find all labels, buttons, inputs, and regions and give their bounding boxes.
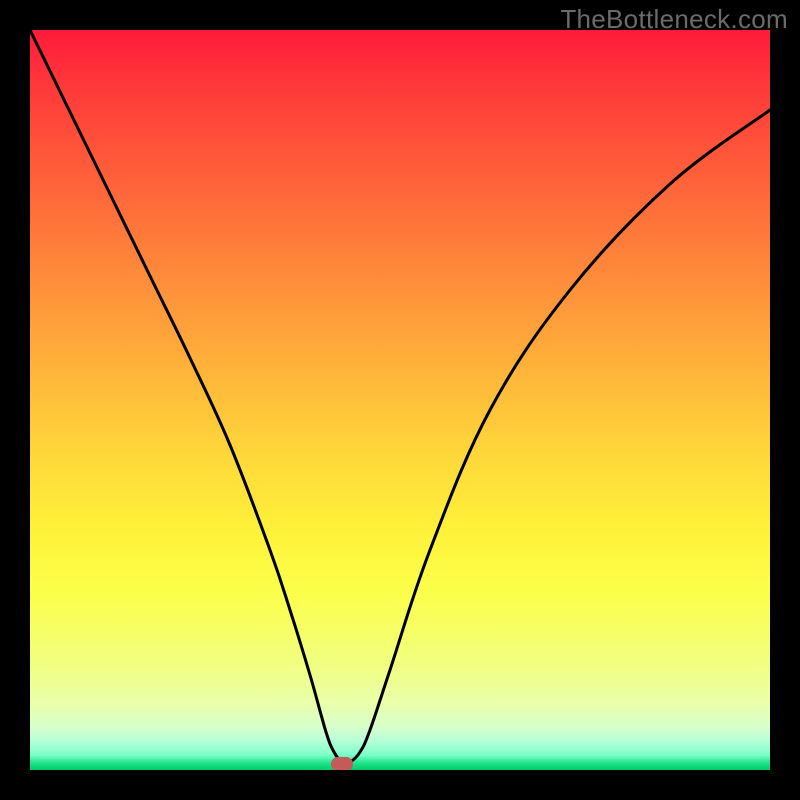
bottleneck-curve — [30, 30, 770, 763]
optimal-marker — [331, 757, 353, 770]
chart-frame: TheBottleneck.com — [0, 0, 800, 800]
curve-layer — [30, 30, 770, 770]
watermark-text: TheBottleneck.com — [560, 4, 788, 35]
plot-area — [30, 30, 770, 770]
